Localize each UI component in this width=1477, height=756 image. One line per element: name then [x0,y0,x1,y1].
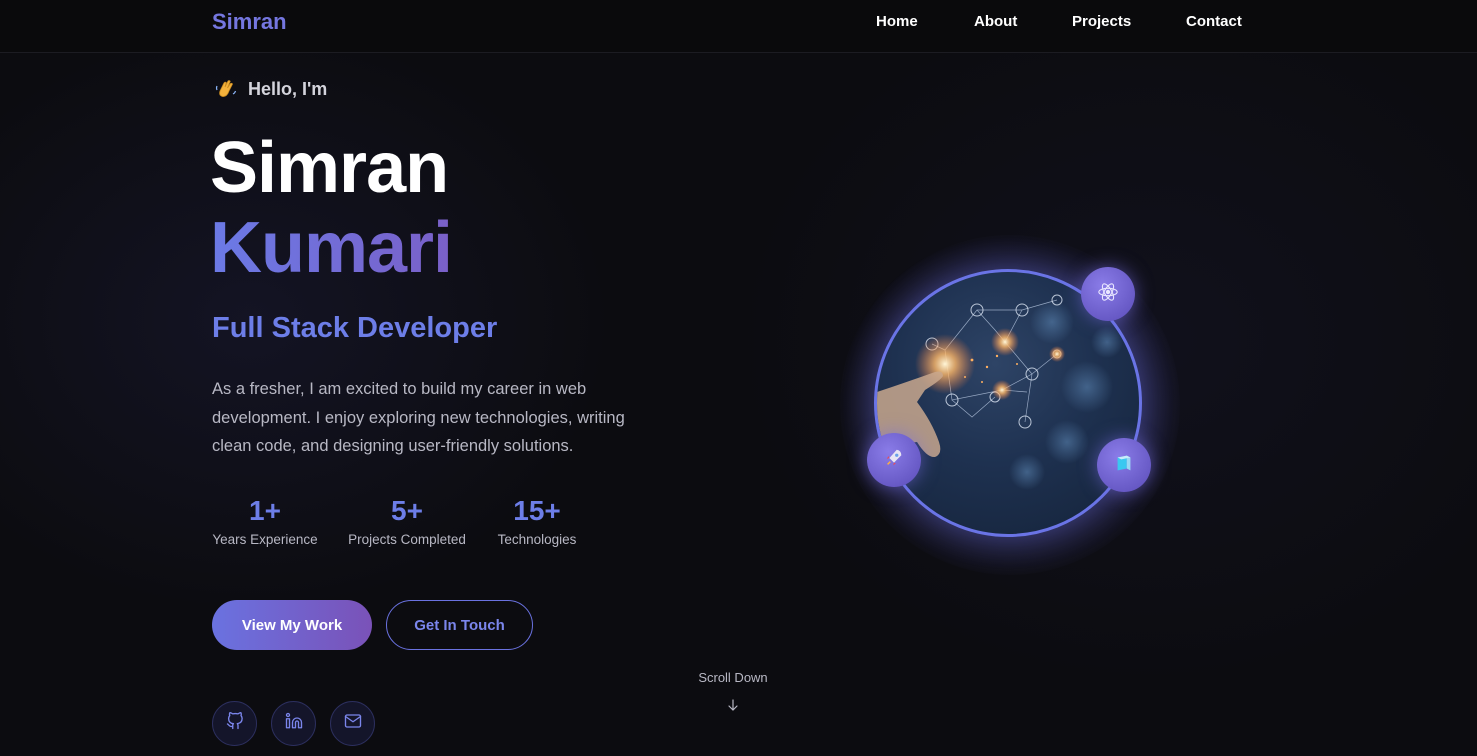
hero-first-name: Simran [210,128,449,208]
github-icon [226,712,244,735]
linkedin-link[interactable] [271,701,316,746]
navbar: Simran Home About Projects Contact [0,0,1477,53]
greeting: Hello, I'm [214,77,327,101]
waving-hand-icon [214,77,238,101]
get-in-touch-button[interactable]: Get In Touch [386,600,533,650]
stat-value: 15+ [513,495,561,526]
nav-link-contact[interactable]: Contact [1186,13,1242,30]
linkedin-icon [285,712,303,735]
stat-technologies: 15+ Technologies [496,494,578,547]
stat-value: 1+ [249,495,281,526]
stat-label: Technologies [497,532,577,547]
nav-link-about[interactable]: About [974,13,1017,30]
react-icon [1097,281,1119,308]
github-link[interactable] [212,701,257,746]
react-badge [1081,267,1135,321]
nav-link-projects[interactable]: Projects [1072,13,1131,30]
cube-badge [1097,438,1151,492]
scroll-down-text: Scroll Down [698,670,768,685]
stat-projects-completed: 5+ Projects Completed [346,494,468,547]
scroll-down-indicator[interactable]: Scroll Down [683,670,783,711]
stat-label: Projects Completed [348,532,466,547]
hero-last-name: Kumari [210,208,453,288]
cube-icon [1113,452,1135,479]
stat-value: 5+ [391,495,423,526]
rocket-icon [883,447,905,474]
view-my-work-button[interactable]: View My Work [212,600,372,650]
brand-logo[interactable]: Simran [212,9,287,35]
rocket-badge [867,433,921,487]
hero-role: Full Stack Developer [212,312,498,344]
arrow-down-icon [683,699,783,711]
greeting-text: Hello, I'm [248,78,328,99]
stat-label: Years Experience [212,532,318,547]
stat-years-experience: 1+ Years Experience [212,494,318,547]
nav-link-home[interactable]: Home [876,13,918,30]
hero-description: As a fresher, I am excited to build my c… [212,380,625,455]
mail-icon [344,712,362,735]
hero-illustration [840,235,1180,575]
email-link[interactable] [330,701,375,746]
